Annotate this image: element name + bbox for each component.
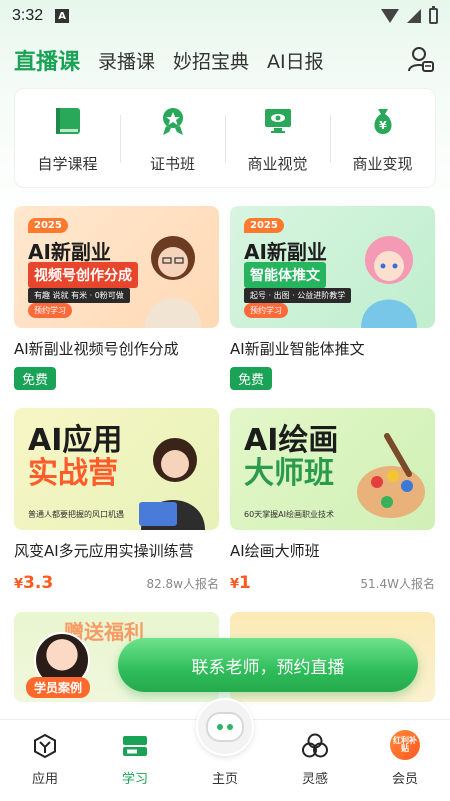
course-title: AI新副业智能体推文 xyxy=(230,340,365,358)
course-thumbnail: 2025 AI新副业 智能体推文 起号 · 出图 · 公益进阶教学 预约学习 xyxy=(230,206,435,328)
thumb-strip: 有趣 说就 有米 · 0粉可做 xyxy=(28,288,130,303)
course-title: AI新副业视频号创作分成 xyxy=(14,340,179,358)
price-row: ¥1 51.4W人报名 xyxy=(230,573,435,593)
course-card[interactable]: AI绘画 大师班 60天掌握AI绘画职业技术 AI绘画大师班 ¥1 51.4W人… xyxy=(230,408,435,593)
svg-text:¥: ¥ xyxy=(379,119,387,132)
nav-apps[interactable]: 应用 xyxy=(0,720,90,801)
category-monetize[interactable]: ¥ 商业变现 xyxy=(330,89,435,187)
category-label: 证书班 xyxy=(149,154,195,173)
wifi-icon xyxy=(381,9,399,23)
signal-icon xyxy=(407,9,421,23)
course-thumbnail: AI绘画 大师班 60天掌握AI绘画职业技术 xyxy=(230,408,435,530)
user-settings-icon[interactable] xyxy=(406,45,436,75)
reserve-tag: 预约学习 xyxy=(244,303,288,318)
status-bar: 3:32 A xyxy=(0,0,450,32)
nav-label: 灵感 xyxy=(301,772,328,787)
thumb-footnote: 普通人都要把握的风口机遇 xyxy=(28,510,124,519)
course-title: AI绘画大师班 xyxy=(230,542,320,560)
tab-live[interactable]: 直播课 xyxy=(14,44,80,76)
category-certificate[interactable]: 证书班 xyxy=(120,89,225,187)
nav-home[interactable]: 主页 xyxy=(180,698,270,801)
course-thumbnail: 2025 AI新副业 视频号创作分成 有趣 说就 有米 · 0粉可做 预约学习 xyxy=(14,206,219,328)
enrolled-count: 82.8w人报名 xyxy=(146,577,219,591)
app-cube-icon xyxy=(31,732,59,760)
nav-inspiration[interactable]: 灵感 xyxy=(270,720,360,801)
bottom-nav: 应用 学习 主页 灵感 红利补贴 会员 xyxy=(0,698,450,801)
nav-label: 应用 xyxy=(31,772,58,787)
year-badge: 2025 xyxy=(244,218,284,233)
price: ¥1 xyxy=(230,573,251,593)
battery-icon xyxy=(429,6,438,24)
study-icon xyxy=(121,732,149,760)
student-case-label: 学员案例 xyxy=(26,677,91,698)
category-self-study[interactable]: 自学课程 xyxy=(15,89,120,187)
free-tag: 免费 xyxy=(14,367,57,390)
nav-label: 主页 xyxy=(211,772,238,787)
nav-label: 学习 xyxy=(121,772,148,787)
tab-ai-daily[interactable]: AI日报 xyxy=(267,47,324,74)
girl-illustration xyxy=(361,236,417,328)
course-card[interactable]: 2025 AI新副业 视频号创作分成 有趣 说就 有米 · 0粉可做 预约学习 … xyxy=(14,206,219,390)
course-card[interactable]: 2025 AI新副业 智能体推文 起号 · 出图 · 公益进阶教学 预约学习 A… xyxy=(230,206,435,390)
thumb-headline: AI应用 实战营 xyxy=(28,424,122,490)
status-icons xyxy=(381,6,438,24)
book-icon xyxy=(50,103,86,139)
category-label: 自学课程 xyxy=(37,154,98,173)
top-tabs: 直播课 录播课 妙招宝典 AI日报 xyxy=(14,40,436,80)
year-badge: 2025 xyxy=(28,218,68,233)
robot-face xyxy=(206,712,244,742)
inspiration-icon xyxy=(301,732,329,760)
nav-label: 会员 xyxy=(391,772,418,787)
thumb-title: AI新副业 xyxy=(28,240,111,264)
monitor-eye-icon xyxy=(260,103,296,139)
tab-recorded[interactable]: 录播课 xyxy=(98,47,155,74)
robot-icon xyxy=(196,698,254,756)
category-visual[interactable]: 商业视觉 xyxy=(225,89,330,187)
teacher-illustration xyxy=(139,438,205,530)
contact-teacher-button[interactable]: 联系老师，预约直播 xyxy=(118,638,418,692)
money-bag-icon: ¥ xyxy=(365,103,401,139)
course-thumbnail: AI应用 实战营 普通人都要把握的风口机遇 xyxy=(14,408,219,530)
thumb-subtitle: 视频号创作分成 xyxy=(28,262,138,288)
member-badge-icon: 红利补贴 xyxy=(390,730,420,760)
thumb-headline: AI绘画 大师班 xyxy=(244,424,338,490)
student-case-button[interactable]: 学员案例 xyxy=(24,632,102,698)
teacher-illustration xyxy=(145,236,201,328)
reserve-tag: 预约学习 xyxy=(28,303,72,318)
price-row: ¥3.3 82.8w人报名 xyxy=(14,573,219,593)
thumb-line-1: AI应用 xyxy=(28,423,123,458)
course-title: 风变AI多元应用实操训练营 xyxy=(14,542,194,560)
enrolled-count: 51.4W人报名 xyxy=(360,577,435,591)
thumb-line-2: 实战营 xyxy=(28,456,118,491)
thumb-line-1: AI绘画 xyxy=(244,423,339,458)
category-label: 商业变现 xyxy=(352,154,413,173)
tab-tips[interactable]: 妙招宝典 xyxy=(173,47,249,74)
palette-illustration xyxy=(357,432,425,518)
price: ¥3.3 xyxy=(14,573,54,593)
category-label: 商业视觉 xyxy=(247,154,308,173)
thumb-strip: 起号 · 出图 · 公益进阶教学 xyxy=(244,288,352,303)
nav-study[interactable]: 学习 xyxy=(90,720,180,801)
course-card[interactable]: AI应用 实战营 普通人都要把握的风口机遇 风变AI多元应用实操训练营 ¥3.3… xyxy=(14,408,219,593)
thumb-footnote: 60天掌握AI绘画职业技术 xyxy=(244,510,335,519)
thumb-line-2: 大师班 xyxy=(244,456,334,491)
certificate-icon xyxy=(155,103,191,139)
status-time: 3:32 xyxy=(12,7,44,24)
nav-member[interactable]: 红利补贴 会员 xyxy=(360,720,450,801)
free-tag: 免费 xyxy=(230,367,273,390)
thumb-title: AI新副业 xyxy=(244,240,327,264)
status-indicator-icon: A xyxy=(55,9,70,23)
category-card: 自学课程 证书班 商业视觉 ¥ 商业变现 xyxy=(14,88,436,188)
thumb-subtitle: 智能体推文 xyxy=(244,262,326,288)
